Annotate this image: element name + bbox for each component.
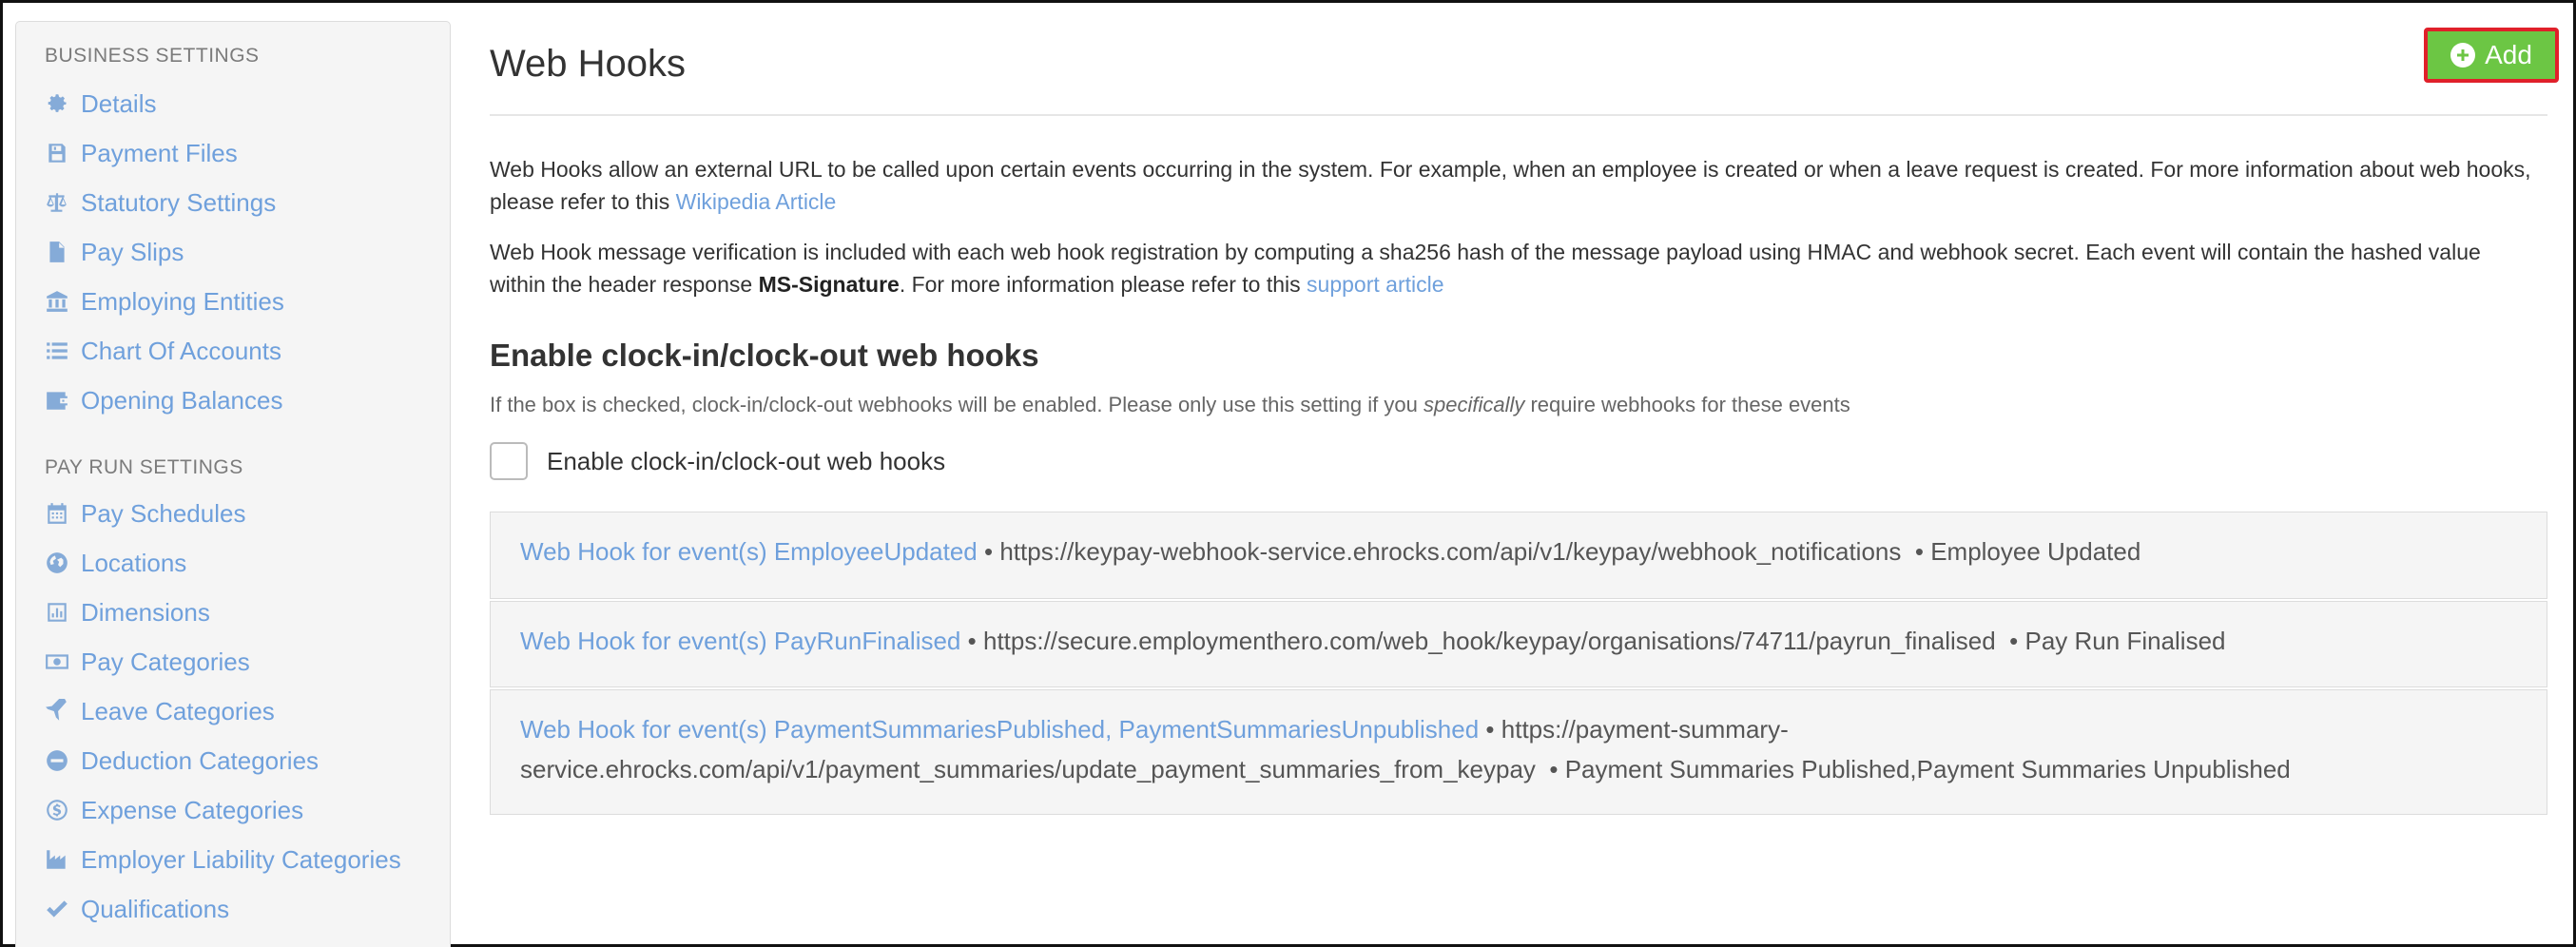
bank-icon xyxy=(43,287,71,316)
sidebar-item-employing-entities[interactable]: Employing Entities xyxy=(43,282,284,320)
sidebar-item-expense-categories[interactable]: Expense Categories xyxy=(43,791,303,829)
wikipedia-article-link[interactable]: Wikipedia Article xyxy=(676,189,837,214)
webhook-url: https://secure.employmenthero.com/web_ho… xyxy=(982,627,1996,655)
sidebar-item-employer-liability-categories[interactable]: Employer Liability Categories xyxy=(43,841,401,879)
sidebar-item-qualifications[interactable]: Qualifications xyxy=(43,890,229,928)
webhook-item-text: Web Hook for event(s) EmployeeUpdated • … xyxy=(520,537,2141,566)
money-icon xyxy=(43,647,71,676)
bar-chart-icon xyxy=(43,598,71,627)
webhook-list-item[interactable]: Web Hook for event(s) EmployeeUpdated • … xyxy=(490,512,2547,599)
webhook-url: https://keypay-webhook-service.ehrocks.c… xyxy=(999,537,1902,566)
webhook-list-item[interactable]: Web Hook for event(s) PayRunFinalised • … xyxy=(490,601,2547,687)
webhook-item-text: Web Hook for event(s) PaymentSummariesPu… xyxy=(520,715,2291,783)
page-title: Web Hooks xyxy=(490,43,687,85)
sidebar-item-label: Expense Categories xyxy=(81,795,304,824)
intro-paragraph: Web Hooks allow an external URL to be ca… xyxy=(490,153,2534,218)
sidebar-item-label: Pay Slips xyxy=(81,237,184,266)
section-title-business-settings: BUSINESS SETTINGS xyxy=(45,45,260,67)
settings-sidebar: BUSINESS SETTINGS Details Payment Files … xyxy=(15,21,451,947)
app-frame: BUSINESS SETTINGS Details Payment Files … xyxy=(0,0,2576,947)
sidebar-item-label: Pay Schedules xyxy=(81,498,246,528)
sidebar-item-label: Qualifications xyxy=(81,894,230,923)
support-article-link[interactable]: support article xyxy=(1307,272,1443,297)
sidebar-item-label: Details xyxy=(81,88,157,118)
calendar-icon xyxy=(43,499,71,528)
sidebar-item-leave-categories[interactable]: Leave Categories xyxy=(43,692,275,730)
sidebar-item-pay-categories[interactable]: Pay Categories xyxy=(43,643,250,681)
sidebar-item-label: Payment Files xyxy=(81,138,238,167)
industry-icon xyxy=(43,845,71,874)
check-icon xyxy=(43,895,71,923)
clock-webhooks-checkbox[interactable] xyxy=(490,442,528,480)
webhook-list-item[interactable]: Web Hook for event(s) PaymentSummariesPu… xyxy=(490,689,2547,815)
sidebar-item-label: Employer Liability Categories xyxy=(81,844,401,874)
ms-signature-label: MS-Signature xyxy=(758,272,900,297)
verification-text-tail: . For more information please refer to t… xyxy=(899,272,1307,297)
clock-webhooks-checkbox-row: Enable clock-in/clock-out web hooks xyxy=(490,442,945,480)
floppy-disk-icon xyxy=(43,139,71,167)
webhook-events: Payment Summaries Published,Payment Summ… xyxy=(1564,755,2291,783)
sidebar-item-details[interactable]: Details xyxy=(43,85,156,123)
sidebar-item-statutory-settings[interactable]: Statutory Settings xyxy=(43,184,276,222)
webhook-title-link[interactable]: Web Hook for event(s) PayRunFinalised xyxy=(520,627,960,655)
sidebar-item-label: Employing Entities xyxy=(81,286,284,316)
sidebar-item-dimensions[interactable]: Dimensions xyxy=(43,593,210,631)
section-title-pay-run-settings: PAY RUN SETTINGS xyxy=(45,456,243,478)
dollar-circle-icon xyxy=(43,796,71,824)
sidebar-item-chart-of-accounts[interactable]: Chart Of Accounts xyxy=(43,332,281,370)
add-webhook-button[interactable]: Add xyxy=(2424,28,2559,83)
file-icon xyxy=(43,238,71,266)
list-icon xyxy=(43,337,71,365)
plane-icon xyxy=(43,697,71,725)
gear-icon xyxy=(43,89,71,118)
add-button-label: Add xyxy=(2485,40,2532,69)
sidebar-item-label: Leave Categories xyxy=(81,696,275,725)
sidebar-item-payment-files[interactable]: Payment Files xyxy=(43,134,238,172)
sidebar-item-pay-schedules[interactable]: Pay Schedules xyxy=(43,494,245,532)
sidebar-item-pay-slips[interactable]: Pay Slips xyxy=(43,233,184,271)
scales-icon xyxy=(43,188,71,217)
hint-text: If the box is checked, clock-in/clock-ou… xyxy=(490,393,1424,416)
hint-text-tail: require webhooks for these events xyxy=(1524,393,1850,416)
sidebar-item-label: Statutory Settings xyxy=(81,187,277,217)
clock-webhooks-heading: Enable clock-in/clock-out web hooks xyxy=(490,338,1039,373)
webhook-title-link[interactable]: Web Hook for event(s) PaymentSummariesPu… xyxy=(520,715,1479,744)
sidebar-item-label: Deduction Categories xyxy=(81,745,320,775)
plus-circle-icon xyxy=(2450,43,2476,68)
webhook-events: Employee Updated xyxy=(1930,537,2141,566)
sidebar-item-label: Opening Balances xyxy=(81,385,283,415)
sidebar-item-label: Locations xyxy=(81,548,187,577)
title-divider xyxy=(490,114,2547,116)
hint-emphasis: specifically xyxy=(1423,393,1525,416)
clock-webhooks-checkbox-label[interactable]: Enable clock-in/clock-out web hooks xyxy=(547,447,945,476)
webhook-events: Pay Run Finalised xyxy=(2024,627,2226,655)
wallet-icon xyxy=(43,386,71,415)
clock-webhooks-hint: If the box is checked, clock-in/clock-ou… xyxy=(490,393,1850,417)
minus-circle-icon xyxy=(43,746,71,775)
sidebar-item-locations[interactable]: Locations xyxy=(43,544,186,582)
globe-icon xyxy=(43,549,71,577)
webhook-title-link[interactable]: Web Hook for event(s) EmployeeUpdated xyxy=(520,537,978,566)
sidebar-item-deduction-categories[interactable]: Deduction Categories xyxy=(43,742,319,780)
verification-paragraph: Web Hook message verification is include… xyxy=(490,236,2534,300)
sidebar-item-opening-balances[interactable]: Opening Balances xyxy=(43,381,282,419)
webhook-item-text: Web Hook for event(s) PayRunFinalised • … xyxy=(520,627,2226,655)
sidebar-item-label: Chart Of Accounts xyxy=(81,336,281,365)
sidebar-item-label: Pay Categories xyxy=(81,647,250,676)
sidebar-item-label: Dimensions xyxy=(81,597,210,627)
